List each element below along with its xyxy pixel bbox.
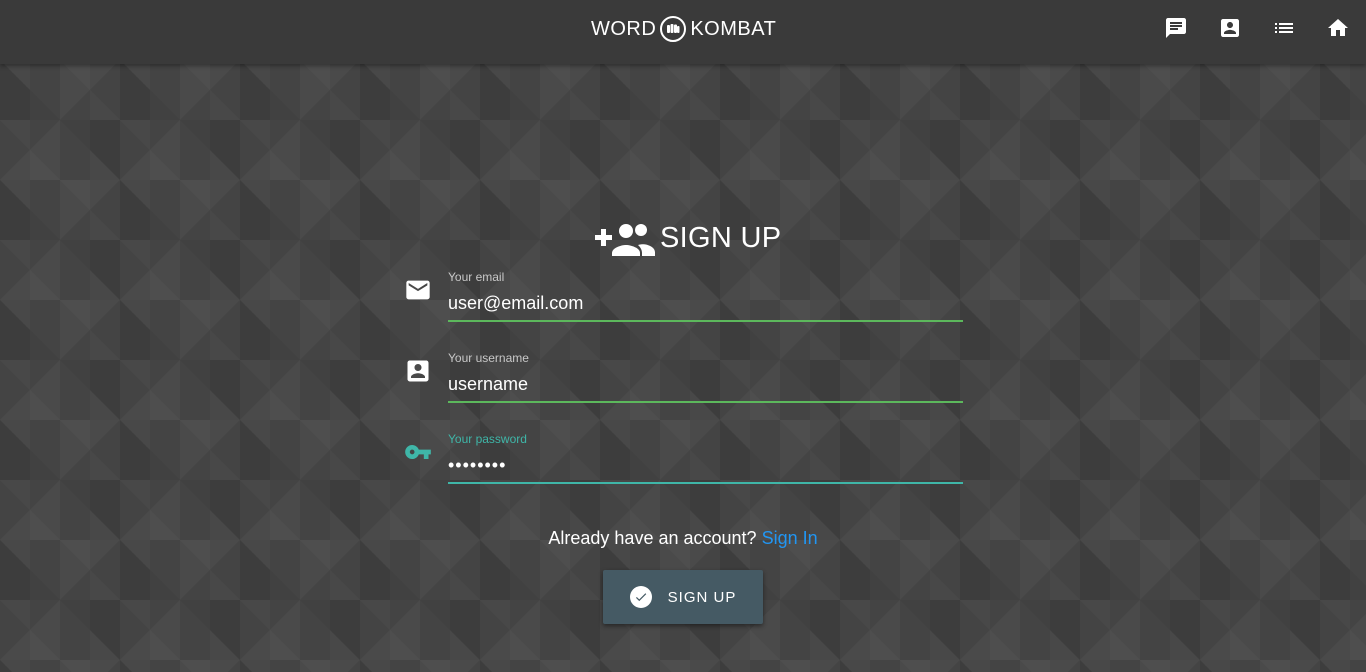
email-field: Your email user@email.com	[400, 270, 963, 330]
fist-icon	[660, 16, 687, 42]
email-label: Your email	[448, 270, 505, 284]
password-input[interactable]: ••••••••	[448, 448, 963, 484]
username-label: Your username	[448, 351, 529, 365]
already-account-text: Already have an account?	[548, 528, 757, 548]
password-field: Your password ••••••••	[400, 432, 963, 492]
email-input[interactable]: user@email.com	[448, 286, 963, 322]
page-title: SIGN UP	[660, 221, 782, 254]
username-input[interactable]: username	[448, 367, 963, 403]
email-icon	[404, 276, 432, 304]
word-kombat-logo[interactable]: WORD KOMBAT	[591, 14, 776, 44]
home-icon[interactable]	[1326, 16, 1350, 40]
signup-button-label: SIGN UP	[667, 588, 737, 606]
signup-button[interactable]: SIGN UP	[603, 570, 763, 624]
signup-heading: SIGN UP	[594, 218, 781, 258]
key-icon	[404, 438, 432, 466]
top-app-bar: WORD KOMBAT	[0, 0, 1366, 64]
chat-icon[interactable]	[1164, 16, 1188, 40]
account-box-icon	[404, 357, 432, 385]
account-box-icon[interactable]	[1218, 16, 1242, 40]
signin-link[interactable]: Sign In	[762, 528, 818, 548]
group-add-icon	[595, 224, 655, 256]
check-circle-icon	[629, 586, 652, 608]
password-label: Your password	[448, 432, 527, 446]
signin-prompt: Already have an account? Sign In	[0, 528, 1366, 549]
list-icon[interactable]	[1272, 16, 1296, 40]
nav-icons	[1164, 16, 1350, 40]
logo-text-kombat: KOMBAT	[690, 17, 777, 40]
logo-text-word: WORD	[591, 17, 657, 40]
username-field: Your username username	[400, 351, 963, 411]
